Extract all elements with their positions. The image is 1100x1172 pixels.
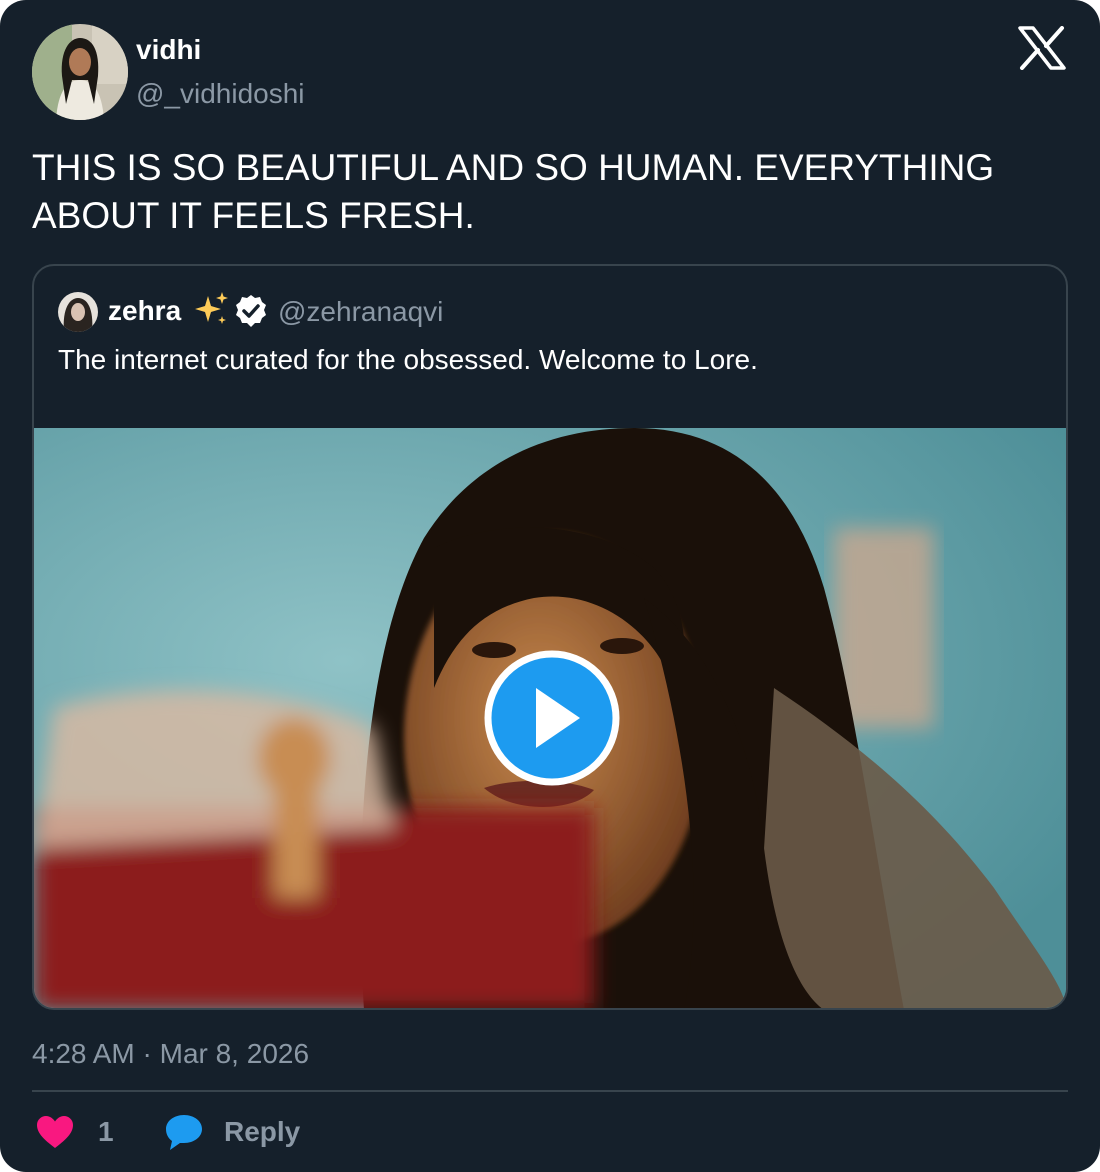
tweet-timestamp[interactable]: 4:28 AM · Mar 8, 2026 [32,1038,309,1070]
quoted-tweet[interactable]: zehra @zehranaqvi The internet curated f… [32,264,1068,1010]
quoted-tweet-text: The internet curated for the obsessed. W… [58,344,758,375]
video-thumbnail[interactable] [34,428,1066,1008]
quoted-author-handle[interactable]: @zehranaqvi [278,296,443,328]
sparkles-icon [195,292,228,324]
reply-button[interactable]: Reply [164,1112,300,1152]
quoted-author-name[interactable]: zehra [108,295,181,327]
author-handle[interactable]: @_vidhidoshi [136,78,305,110]
author-name[interactable]: vidhi [136,34,201,66]
tweet-text: THIS IS SO BEAUTIFUL AND SO HUMAN. EVERY… [32,147,995,236]
like-count: 1 [98,1116,114,1147]
like-button[interactable]: 1 [36,1112,114,1152]
speech-bubble-icon [166,1115,202,1150]
author-avatar[interactable] [32,24,128,120]
quoted-author-avatar[interactable] [58,292,98,332]
play-icon[interactable] [484,650,620,786]
x-logo-icon[interactable] [1018,26,1066,70]
divider [32,1090,1068,1092]
reply-label: Reply [224,1116,301,1147]
verified-badge-icon [236,295,266,327]
tweet-card: vidhi @_vidhidoshi THIS IS SO BEAUTIFUL … [0,0,1100,1172]
heart-icon [37,1116,73,1148]
